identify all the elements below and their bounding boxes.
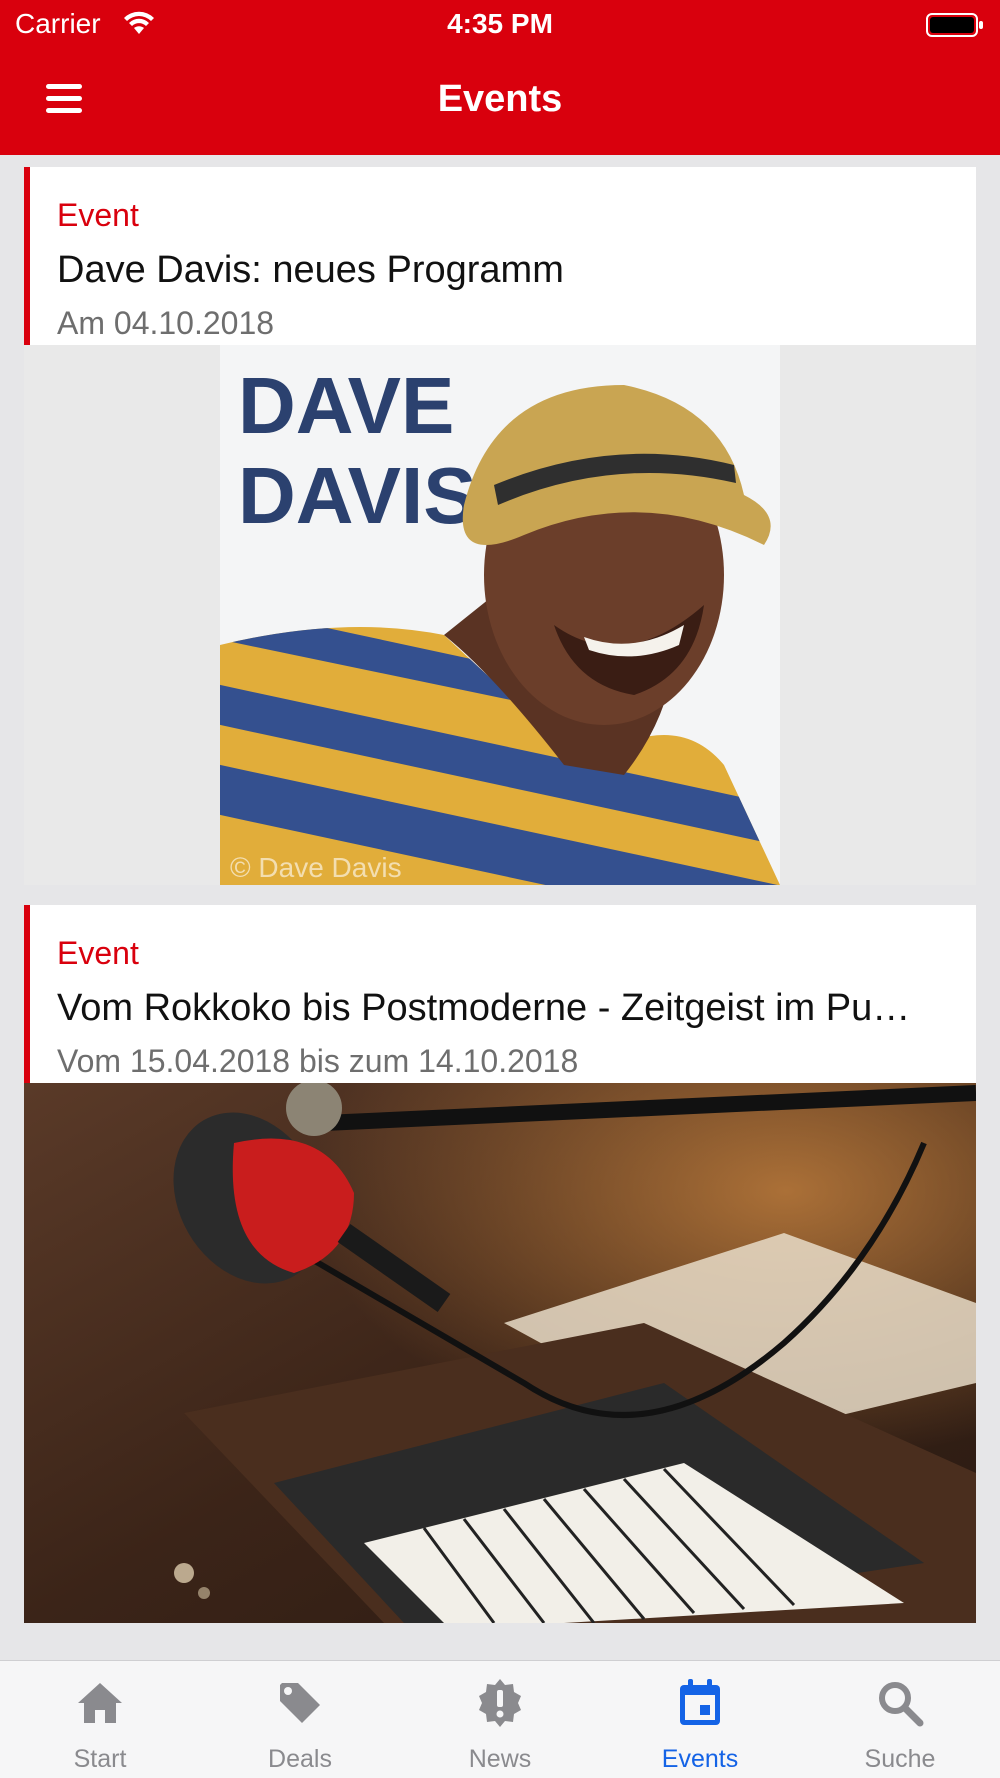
- tab-news[interactable]: News: [400, 1661, 600, 1778]
- event-card-header[interactable]: Event Vom Rokkoko bis Postmoderne - Zeit…: [24, 905, 976, 1083]
- search-icon: [879, 1682, 924, 1727]
- image-text-line1: DAVE: [238, 361, 454, 450]
- battery-icon: [926, 13, 983, 37]
- home-icon: [78, 1683, 122, 1723]
- tab-deals[interactable]: Deals: [200, 1661, 400, 1778]
- alert-badge-icon: [479, 1679, 521, 1727]
- event-image[interactable]: DAVE DAVIS © Dave Davis: [24, 345, 976, 885]
- tab-suche[interactable]: Suche: [800, 1661, 1000, 1778]
- event-date: Vom 15.04.2018 bis zum 14.10.2018: [57, 1043, 579, 1079]
- event-card[interactable]: Event Dave Davis: neues Programm Am 04.1…: [24, 167, 976, 885]
- tab-start[interactable]: Start: [0, 1661, 200, 1778]
- tab-label: Deals: [268, 1745, 332, 1773]
- image-credit: © Dave Davis: [230, 852, 402, 883]
- page-title: Events: [437, 78, 563, 120]
- microphone-keyboard-photo: [24, 1083, 976, 1623]
- top-bar: Carrier 4:35 PM Events: [0, 0, 1000, 155]
- tag-icon: [280, 1683, 320, 1723]
- event-kicker: Event: [57, 935, 139, 971]
- event-card-header[interactable]: Event Dave Davis: neues Programm Am 04.1…: [24, 167, 976, 345]
- event-feed[interactable]: Event Dave Davis: neues Programm Am 04.1…: [0, 155, 1000, 1660]
- clock: 4:35 PM: [447, 8, 553, 39]
- event-title: Vom Rokkoko bis Postmoderne - Zeitgeist …: [57, 987, 911, 1029]
- tab-bar: Start Deals News Events Suche: [0, 1660, 1000, 1778]
- image-text-line2: DAVIS: [238, 451, 477, 540]
- status-bar: Carrier 4:35 PM: [0, 0, 1000, 52]
- event-card[interactable]: Event Vom Rokkoko bis Postmoderne - Zeit…: [24, 905, 976, 1623]
- tab-events[interactable]: Events: [600, 1661, 800, 1778]
- tab-label: News: [468, 1745, 532, 1773]
- event-image[interactable]: [24, 1083, 976, 1623]
- tab-label: Events: [661, 1745, 739, 1773]
- tab-label: Start: [73, 1745, 127, 1773]
- event-date: Am 04.10.2018: [57, 305, 275, 341]
- event-title: Dave Davis: neues Programm: [57, 249, 564, 291]
- dave-davis-photo: DAVE DAVIS © Dave Davis: [24, 345, 976, 885]
- event-kicker: Event: [57, 197, 139, 233]
- tab-label: Suche: [864, 1745, 936, 1773]
- calendar-icon: [680, 1679, 720, 1725]
